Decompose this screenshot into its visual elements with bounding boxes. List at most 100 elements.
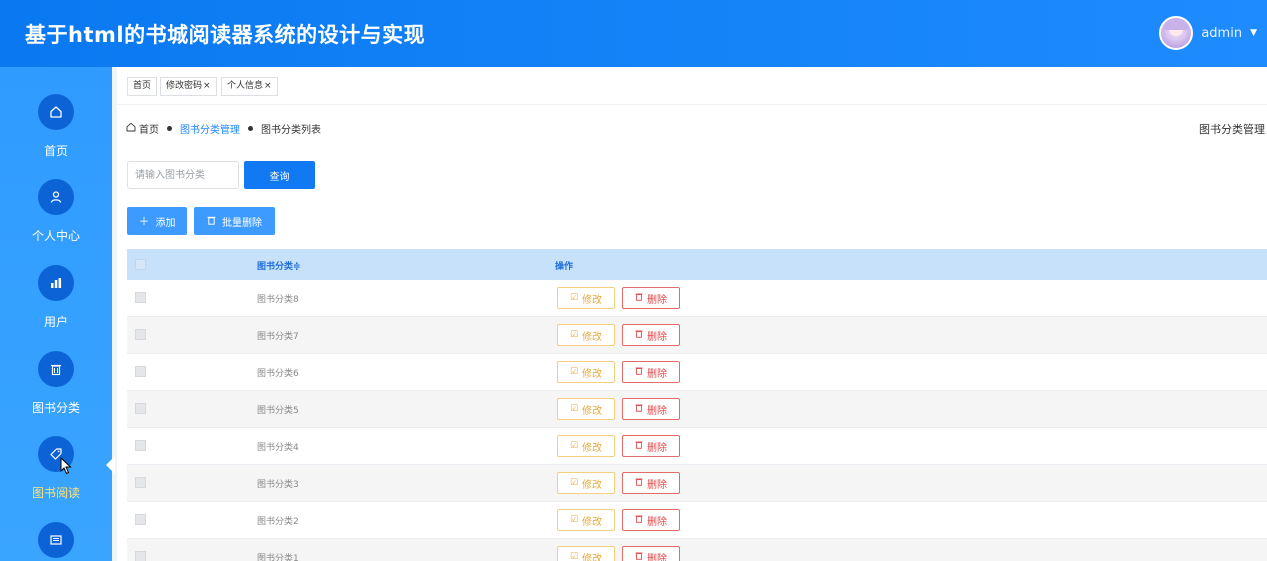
edit-button-label: 修改 [582, 368, 603, 380]
delete-button[interactable]: 删除 [622, 509, 680, 531]
delete-button-label: 删除 [647, 516, 667, 528]
edit-button[interactable]: ☑ 修改 [557, 435, 615, 457]
row-category-name: 图书分类8 [257, 295, 299, 305]
sidebar-item-book-category[interactable]: 图书分类 [0, 351, 112, 416]
user-menu[interactable]: admin ▼ [1159, 16, 1257, 50]
breadcrumb-home[interactable]: 首页 [139, 121, 159, 136]
delete-button-label: 删除 [647, 331, 667, 343]
breadcrumb-category-manage[interactable]: 图书分类管理 [180, 121, 240, 136]
row-checkbox[interactable] [135, 440, 146, 451]
breadcrumb-separator [167, 126, 172, 131]
edit-icon: ☑ [569, 478, 579, 488]
sidebar-item-book-reading[interactable]: 图书阅读 [0, 436, 112, 501]
app-title: 基于html的书城阅读器系统的设计与实现 [25, 22, 426, 47]
row-category-name: 图书分类5 [257, 406, 299, 416]
delete-button[interactable]: 删除 [622, 361, 680, 383]
row-checkbox[interactable] [135, 366, 146, 377]
row-checkbox[interactable] [135, 551, 146, 561]
select-all-checkbox[interactable] [135, 259, 146, 270]
table-row: 图书分类1 ☑ 修改 删除 [127, 539, 1267, 561]
row-category-name: 图书分类2 [257, 517, 299, 527]
newspaper-icon [38, 522, 74, 558]
delete-button[interactable]: 删除 [622, 398, 680, 420]
table-row: 图书分类2 ☑ 修改 删除 [127, 502, 1267, 539]
row-checkbox[interactable] [135, 403, 146, 414]
sort-icon[interactable]: ≑ [293, 262, 301, 272]
edit-button-label: 修改 [582, 442, 603, 454]
add-button[interactable]: ＋ 添加 [127, 207, 187, 235]
edit-button[interactable]: ☑ 修改 [557, 361, 615, 383]
edit-button-label: 修改 [582, 331, 603, 343]
edit-button-label: 修改 [582, 479, 603, 491]
trash-icon [635, 514, 643, 526]
delete-button[interactable]: 删除 [622, 546, 680, 561]
edit-button-label: 修改 [582, 516, 603, 528]
row-checkbox[interactable] [135, 477, 146, 488]
sidebar-item-label: 用户 [43, 315, 68, 329]
page-title: 图书分类管理 [1199, 123, 1265, 136]
sidebar-item-users[interactable]: 用户 [0, 265, 112, 330]
delete-button[interactable]: 删除 [622, 324, 680, 346]
close-icon[interactable]: × [264, 81, 272, 91]
tabs-bar: 首页 修改密码× 个人信息× [117, 67, 1267, 105]
batch-delete-button[interactable]: 批量删除 [194, 207, 275, 235]
table-row: 图书分类6 ☑ 修改 删除 [127, 354, 1267, 391]
row-checkbox[interactable] [135, 329, 146, 340]
tab-label: 修改密码 [166, 81, 203, 91]
row-checkbox[interactable] [135, 292, 146, 303]
delete-button-label: 删除 [647, 368, 667, 380]
category-table: 图书分类≑ 操作 图书分类8 ☑ 修改 删除 图书分类7 ☑ 修改 删除 图书分… [127, 249, 1267, 561]
add-button-label: 添加 [155, 217, 176, 229]
close-icon[interactable]: × [203, 81, 211, 91]
top-header: 基于html的书城阅读器系统的设计与实现 admin ▼ [0, 0, 1267, 67]
delete-button-label: 删除 [647, 294, 667, 306]
sidebar-item-label: 图书阅读 [31, 486, 80, 500]
tab-label: 个人信息 [227, 81, 264, 91]
breadcrumb: 首页 图书分类管理 图书分类列表 [126, 121, 321, 136]
column-header-category[interactable]: 图书分类≑ [257, 259, 301, 272]
avatar[interactable] [1159, 16, 1194, 50]
username[interactable]: admin [1201, 26, 1242, 41]
row-category-name: 图书分类6 [257, 369, 299, 379]
row-category-name: 图书分类7 [257, 332, 299, 342]
delete-button[interactable]: 删除 [622, 435, 680, 457]
active-indicator [106, 456, 115, 474]
edit-icon: ☑ [569, 441, 579, 451]
delete-button[interactable]: 删除 [622, 472, 680, 494]
trash-icon [207, 215, 216, 228]
sidebar-item-personal-center[interactable]: 个人中心 [0, 179, 112, 244]
edit-button[interactable]: ☑ 修改 [557, 472, 615, 494]
edit-button[interactable]: ☑ 修改 [557, 398, 615, 420]
row-category-name: 图书分类1 [257, 554, 299, 561]
sidebar-item-home[interactable]: 首页 [0, 94, 112, 159]
search-input[interactable] [127, 161, 239, 189]
user-icon [38, 179, 74, 215]
tab-label: 首页 [133, 81, 152, 91]
breadcrumb-separator [248, 126, 253, 131]
chevron-down-icon[interactable]: ▼ [1250, 28, 1257, 38]
edit-icon: ☑ [569, 367, 579, 377]
edit-button[interactable]: ☑ 修改 [557, 509, 615, 531]
trash-icon [635, 477, 643, 489]
tab-personal-info[interactable]: 个人信息× [221, 77, 278, 96]
breadcrumb-category-list: 图书分类列表 [261, 125, 321, 136]
edit-button[interactable]: ☑ 修改 [557, 324, 615, 346]
tab-home[interactable]: 首页 [127, 77, 158, 96]
sidebar-item-news[interactable] [0, 522, 112, 558]
edit-icon: ☑ [569, 293, 579, 303]
trash-icon [635, 440, 643, 452]
sidebar-item-label: 图书分类 [31, 401, 80, 415]
row-checkbox[interactable] [135, 514, 146, 525]
home-icon [38, 94, 74, 130]
edit-button[interactable]: ☑ 修改 [557, 546, 615, 561]
table-row: 图书分类7 ☑ 修改 删除 [127, 317, 1267, 354]
edit-button[interactable]: ☑ 修改 [557, 287, 615, 309]
plus-icon: ＋ [138, 215, 150, 228]
query-button[interactable]: 查询 [244, 161, 315, 189]
table-row: 图书分类3 ☑ 修改 删除 [127, 465, 1267, 502]
tab-change-password[interactable]: 修改密码× [160, 77, 217, 96]
delete-button-label: 删除 [647, 553, 667, 561]
edit-button-label: 修改 [582, 294, 603, 306]
trash-icon [635, 403, 643, 415]
delete-button[interactable]: 删除 [622, 287, 680, 309]
